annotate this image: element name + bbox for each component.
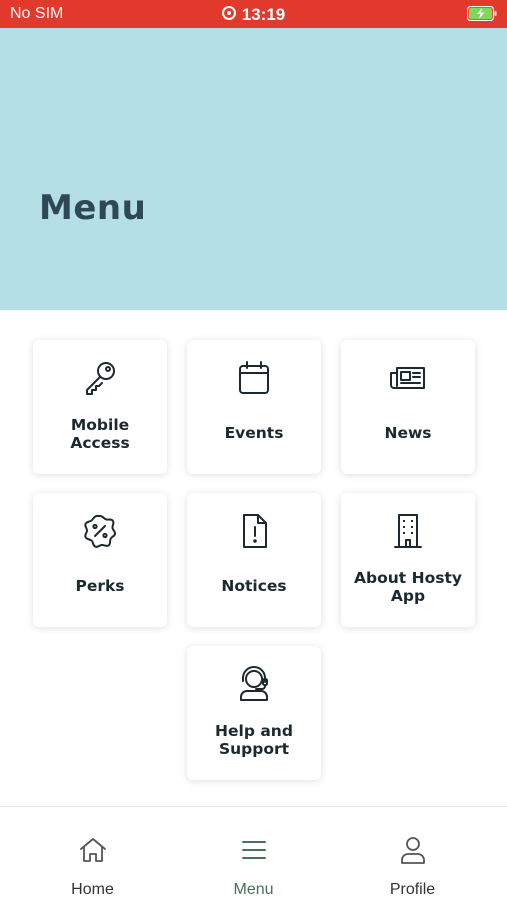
- tile-help-and-support[interactable]: Help and Support: [187, 646, 321, 780]
- building-icon: [394, 514, 422, 548]
- menu-header: Menu: [0, 28, 507, 310]
- home-icon: [79, 838, 106, 862]
- tile-notices[interactable]: Notices: [187, 493, 321, 627]
- page-title: Menu: [39, 188, 147, 228]
- menu-icon: [241, 841, 266, 859]
- tab-home[interactable]: Home: [8, 807, 177, 901]
- tile-label: Mobile Access: [70, 416, 130, 452]
- document-alert-icon: [243, 514, 267, 548]
- percent-badge-icon: [84, 515, 117, 548]
- tile-label: News: [384, 424, 432, 442]
- tile-label: About Hosty App: [354, 569, 462, 605]
- tile-perks[interactable]: Perks: [33, 493, 167, 627]
- tab-label: Profile: [389, 881, 436, 898]
- tile-about-hosty-app[interactable]: About Hosty App: [341, 493, 475, 627]
- bottom-tab-bar: Home Menu Profile: [0, 806, 507, 901]
- status-time-group: 13:19: [0, 5, 507, 25]
- support-agent-icon: [240, 666, 268, 701]
- status-bar: No SIM 13:19: [0, 0, 507, 28]
- screen-record-icon: [221, 6, 236, 20]
- calendar-icon: [239, 361, 269, 394]
- key-icon: [86, 362, 115, 395]
- battery-charging-icon: [467, 6, 497, 21]
- tile-news[interactable]: News: [341, 340, 475, 474]
- tab-profile[interactable]: Profile: [328, 807, 497, 901]
- tile-label: Events: [224, 424, 284, 442]
- newspaper-icon: [390, 367, 425, 389]
- status-time: 13:19: [241, 5, 286, 24]
- tab-menu[interactable]: Menu: [169, 807, 338, 901]
- tab-label: Home: [71, 881, 114, 898]
- tile-label: Notices: [221, 577, 287, 595]
- profile-icon: [400, 837, 425, 864]
- tile-events[interactable]: Events: [187, 340, 321, 474]
- tile-label: Perks: [75, 577, 125, 595]
- tile-label: Help and Support: [215, 722, 293, 758]
- tile-mobile-access[interactable]: Mobile Access: [33, 340, 167, 474]
- tab-label: Menu: [233, 881, 274, 898]
